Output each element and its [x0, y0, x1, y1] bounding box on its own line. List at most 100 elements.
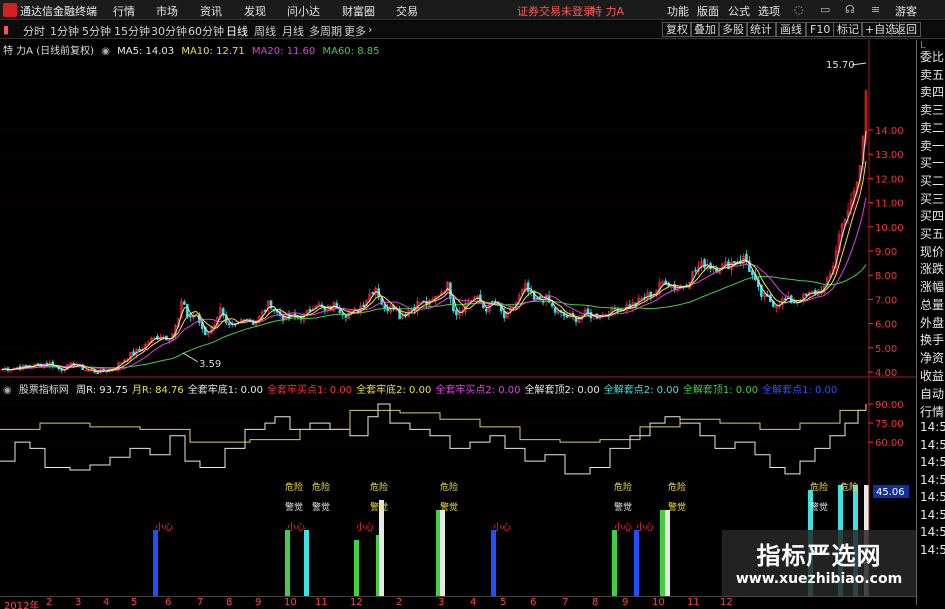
date-axis-label: 8 — [592, 597, 599, 608]
login-status[interactable]: 证券交易未登录 — [517, 3, 594, 19]
side-panel-item[interactable]: 14:5 — [920, 455, 945, 469]
statistics-button[interactable]: 统计 — [746, 22, 776, 37]
menu-item-market[interactable]: 行情 — [113, 3, 135, 19]
side-panel-item[interactable]: 卖四 — [920, 83, 944, 100]
adjust-button[interactable]: 复权 — [662, 22, 692, 37]
guest-user[interactable]: 游客 — [895, 3, 917, 19]
menu-item-discover[interactable]: 发现 — [244, 3, 266, 19]
candle-body — [96, 372, 99, 374]
side-panel-item[interactable]: 卖二 — [920, 119, 944, 136]
menu-item-function[interactable]: 功能 — [667, 3, 689, 19]
stock-name: 特 力A — [591, 5, 625, 18]
signal-label: 危险 — [614, 481, 632, 493]
side-panel-item[interactable]: 买三 — [920, 190, 944, 207]
indicator-tick-label: 75.00 — [875, 419, 904, 430]
collapse-icon[interactable]: ▮ — [3, 23, 9, 36]
signal-label: 警觉 — [668, 501, 686, 513]
draw-line-button[interactable]: 画线 — [776, 22, 806, 37]
candle-body — [565, 315, 569, 318]
signal-label: 危险 — [312, 481, 330, 493]
main-chart-legend: 特 力A (日线前复权) ◉ MA5: 14.03 MA10: 12.71 MA… — [3, 42, 383, 57]
side-panel-item[interactable]: 收益 — [920, 367, 944, 384]
side-panel-item[interactable]: 涨跌 — [920, 260, 944, 277]
menu-item-formula[interactable]: 公式 — [728, 3, 750, 19]
menu-item-trade[interactable]: 交易 — [396, 3, 418, 19]
side-panel-item[interactable]: 买二 — [920, 172, 944, 189]
date-axis-label: 7 — [562, 597, 569, 608]
date-axis-label: 9 — [622, 597, 629, 608]
app-title: 通达信金融终端 — [20, 5, 97, 18]
side-panel-item[interactable]: 总量 — [920, 296, 944, 313]
tab-monthly[interactable]: 月线 — [282, 23, 304, 39]
menu-item-layout[interactable]: 版面 — [697, 3, 719, 19]
side-panel-item[interactable]: 行情 — [920, 403, 944, 420]
ma5-label: MA5: 14.03 — [117, 46, 175, 57]
multi-stock-button[interactable]: 多股 — [718, 22, 748, 37]
side-panel-item[interactable]: 换手 — [920, 331, 944, 348]
side-panel-item[interactable]: 卖三 — [920, 101, 944, 118]
side-panel-item[interactable]: 14:5 — [920, 490, 945, 504]
side-panel-item[interactable]: 自动 — [920, 385, 944, 402]
side-panel-item[interactable]: 买一 — [920, 154, 944, 171]
indicator-legend-item: 全套牢买点1: 0.00 — [266, 385, 353, 396]
side-panel-item[interactable]: 14:5 — [920, 525, 945, 539]
tab-1min[interactable]: 1分钟 — [50, 23, 79, 39]
menu-item-options[interactable]: 选项 — [758, 3, 780, 19]
menu-item-news[interactable]: 资讯 — [200, 3, 222, 19]
tab-more[interactable]: 更多 — [344, 23, 366, 39]
side-panel-item[interactable]: 现价 — [920, 243, 944, 260]
back-button[interactable]: 返回 — [891, 22, 921, 37]
tab-15min[interactable]: 15分钟 — [114, 23, 150, 39]
settings-icon[interactable]: ◉ — [101, 46, 110, 57]
tab-60min[interactable]: 60分钟 — [188, 23, 224, 39]
bell-icon[interactable]: ◌ — [794, 3, 804, 16]
indicator-bar — [354, 540, 359, 596]
indicator-bar — [379, 500, 384, 596]
tab-30min[interactable]: 30分钟 — [151, 23, 187, 39]
side-panel-item[interactable]: 买四 — [920, 207, 944, 224]
side-panel-item[interactable]: 14:5 — [920, 473, 945, 487]
settings-icon[interactable]: ◉ — [3, 385, 12, 396]
side-panel-item[interactable]: 14:5 — [920, 438, 945, 452]
menu-item-wealth[interactable]: 财富圈 — [342, 3, 375, 19]
side-panel-item[interactable]: 买五 — [920, 225, 944, 242]
signal-label: 小心 — [614, 522, 632, 533]
side-panel-item[interactable]: 净资 — [920, 349, 944, 366]
date-axis-label: 2 — [46, 597, 53, 608]
overlay-button[interactable]: 叠加 — [690, 22, 720, 37]
side-panel-item[interactable]: 涨幅 — [920, 278, 944, 295]
headset-icon[interactable]: ☊ — [845, 3, 855, 16]
side-panel-item[interactable]: 卖五 — [920, 66, 944, 83]
side-panel-item[interactable]: 14:5 — [920, 543, 945, 557]
tab-weekly[interactable]: 周线 — [254, 23, 276, 39]
tab-multi-period[interactable]: 多周期 — [309, 23, 342, 39]
signal-label: 警觉 — [285, 501, 303, 513]
candle-body — [485, 308, 488, 312]
tab-5min[interactable]: 5分钟 — [82, 23, 111, 39]
f10-button[interactable]: F10 — [806, 22, 835, 37]
tab-intraday[interactable]: 分时 — [23, 23, 45, 39]
chevron-right-icon[interactable]: › — [368, 23, 372, 36]
side-panel-item[interactable]: 外盘 — [920, 314, 944, 331]
candle-body — [490, 300, 494, 303]
candle-body — [186, 304, 189, 317]
menu-item-ask[interactable]: 问小达 — [287, 3, 320, 19]
low-price-label: 3.59 — [199, 359, 221, 370]
candle-body — [703, 259, 706, 268]
candle-body — [792, 301, 796, 304]
menu-icon[interactable]: ≡ — [871, 3, 880, 16]
side-panel-item[interactable]: 委比 — [920, 48, 944, 65]
indicator-bar — [634, 530, 639, 596]
side-panel-item[interactable]: 14:5 — [920, 420, 945, 434]
side-panel-item[interactable]: 卖一 — [920, 137, 944, 154]
site-watermark: 指标严选网 www.xuezhibiao.com — [722, 530, 916, 596]
indicator-tick-label: 90.00 — [875, 400, 904, 411]
side-panel-item[interactable]: 14:5 — [920, 508, 945, 522]
ma60-label: MA60: 8.85 — [322, 46, 380, 57]
mark-button[interactable]: 标记 — [833, 22, 863, 37]
message-icon[interactable]: ▭ — [820, 3, 830, 16]
tab-daily[interactable]: 日线 — [226, 23, 248, 39]
menu-item-exchange[interactable]: 市场 — [156, 3, 178, 19]
date-axis-label: 3 — [75, 597, 82, 608]
candlestick-chart[interactable]: 14.00 13.00 12.00 11.00 10.00 9.00 8.00 7.00 6.0… — [0, 40, 916, 596]
